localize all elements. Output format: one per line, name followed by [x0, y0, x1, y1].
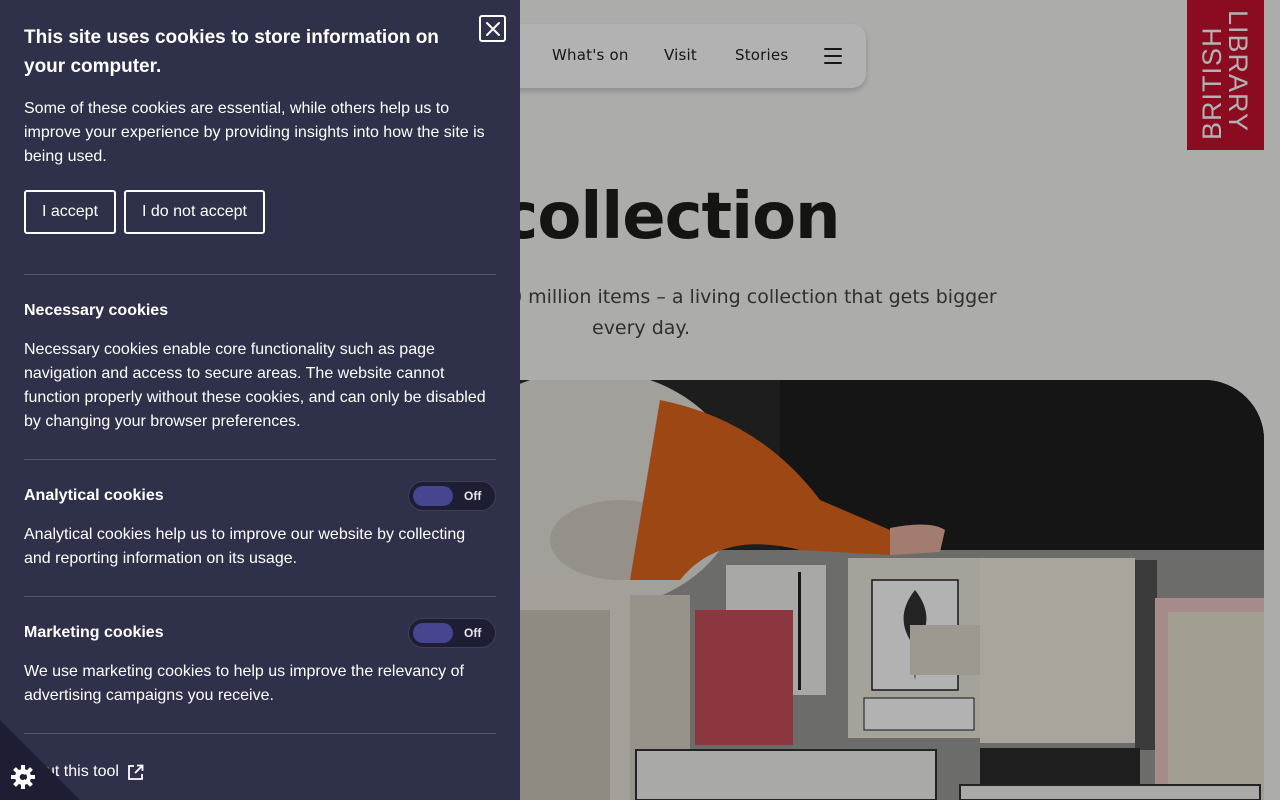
- necessary-cookies-text: Necessary cookies enable core functional…: [24, 341, 486, 430]
- close-button[interactable]: [479, 15, 506, 42]
- marketing-cookies-text: We use marketing cookies to help us impr…: [24, 663, 464, 704]
- marketing-cookies-heading: Marketing cookies: [24, 624, 164, 641]
- divider: [24, 733, 496, 734]
- divider: [24, 459, 496, 460]
- cookie-panel-title: This site uses cookies to store informat…: [24, 27, 439, 77]
- accept-button[interactable]: I accept: [24, 190, 116, 234]
- necessary-cookies-heading: Necessary cookies: [24, 302, 169, 319]
- divider: [24, 596, 496, 597]
- cookie-panel-intro: Some of these cookies are essential, whi…: [24, 100, 485, 165]
- decline-button[interactable]: I do not accept: [124, 190, 265, 234]
- cookie-settings-button[interactable]: [0, 720, 80, 800]
- external-link-icon: [128, 764, 144, 780]
- analytical-cookies-text: Analytical cookies help us to improve ou…: [24, 526, 466, 567]
- divider: [24, 274, 496, 275]
- close-icon: [485, 21, 500, 36]
- cookie-gear-icon: [11, 765, 35, 789]
- analytical-cookies-heading: Analytical cookies: [24, 487, 164, 504]
- toggle-state-label: Off: [464, 626, 482, 640]
- about-this-tool-link[interactable]: ut this tool: [46, 763, 144, 781]
- toggle-state-label: Off: [464, 489, 482, 503]
- toggle-knob: [413, 623, 453, 643]
- marketing-cookies-toggle[interactable]: Off: [408, 618, 496, 648]
- toggle-knob: [413, 486, 453, 506]
- analytical-cookies-toggle[interactable]: Off: [408, 481, 496, 511]
- cookie-consent-panel: This site uses cookies to store informat…: [0, 0, 520, 800]
